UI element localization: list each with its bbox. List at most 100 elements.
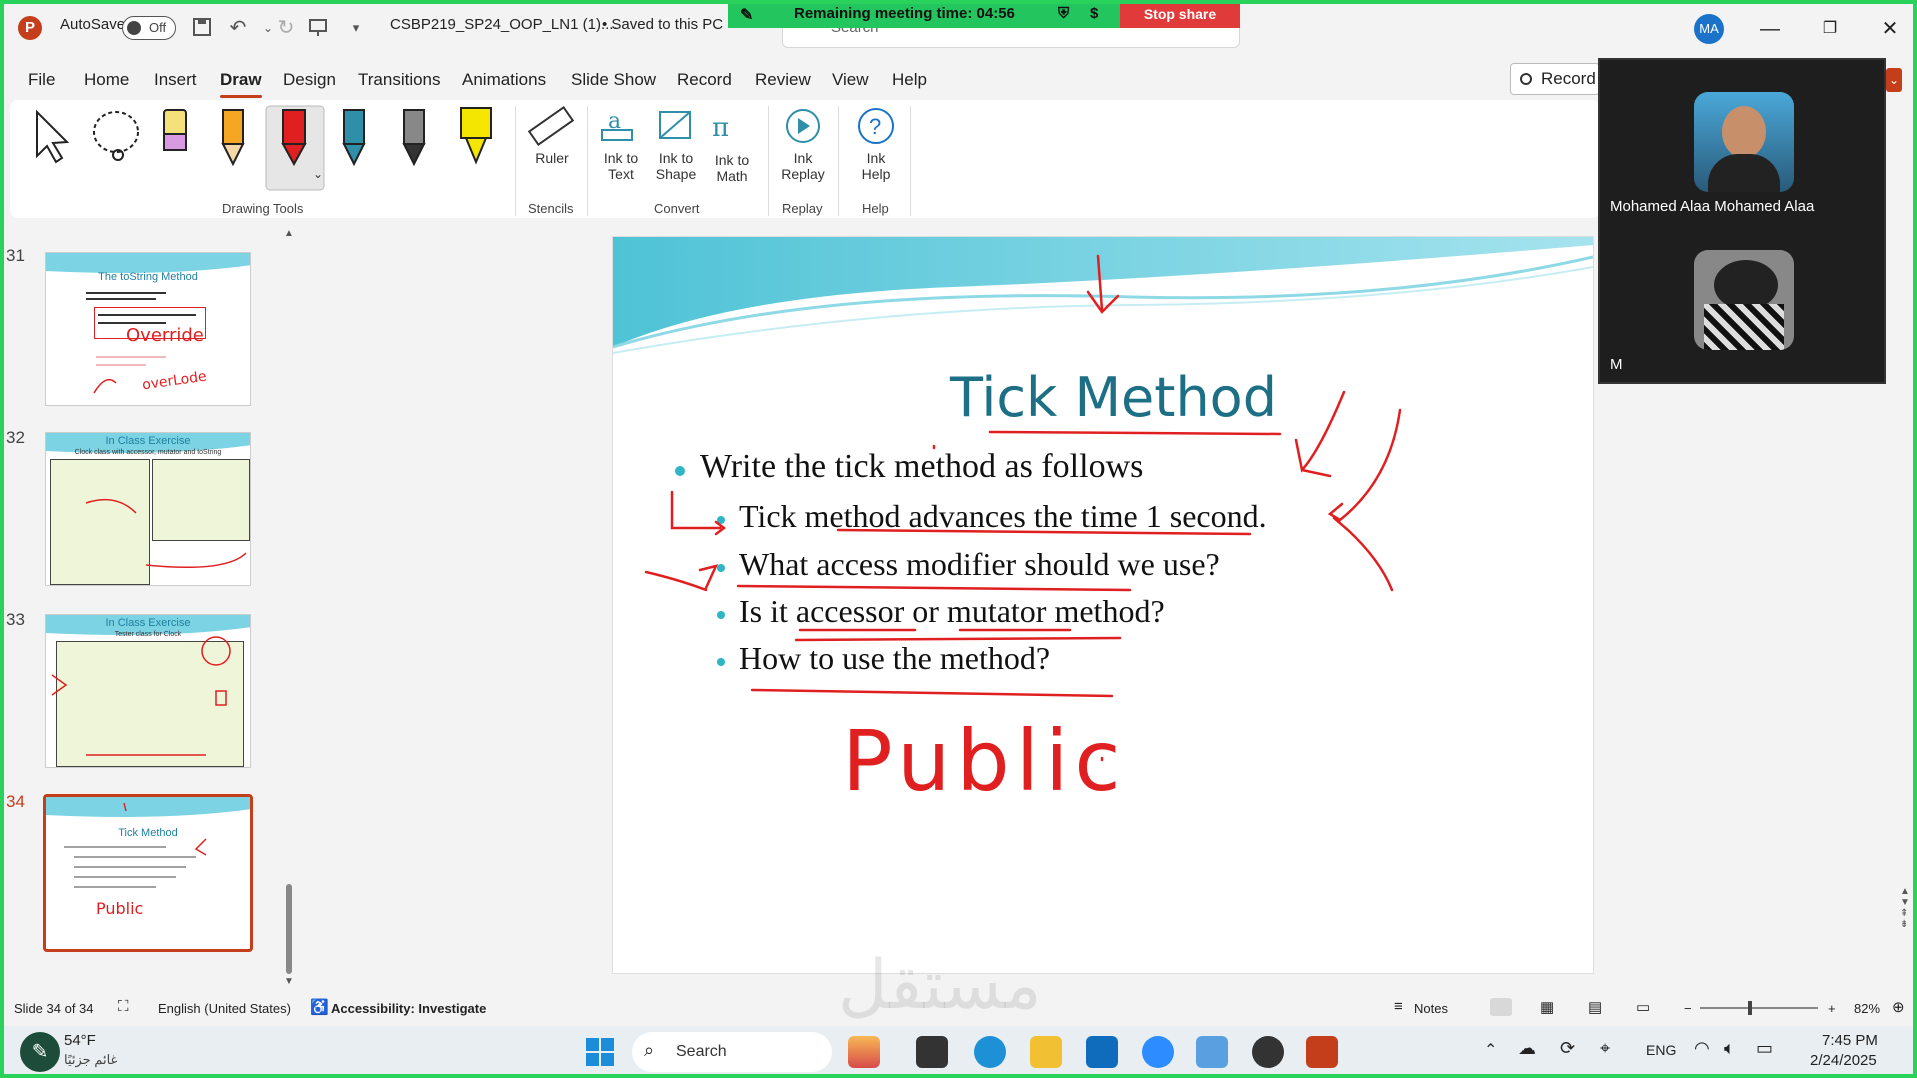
record-button[interactable]: Record bbox=[1510, 63, 1600, 95]
sync-icon[interactable]: ⟳ bbox=[1560, 1038, 1575, 1059]
slide-thumbnail-33[interactable]: In Class Exercise Tester class for Clock bbox=[45, 614, 251, 768]
zoom-video-panel[interactable]: Mohamed Alaa Mohamed Alaa M bbox=[1598, 58, 1886, 384]
slide-number: 34 bbox=[6, 792, 25, 811]
language-status[interactable]: English (United States) bbox=[158, 1001, 291, 1016]
save-status[interactable]: • Saved to this PC bbox=[602, 16, 723, 33]
user-avatar[interactable]: MA bbox=[1694, 14, 1724, 44]
ink-to-shape-icon[interactable] bbox=[659, 111, 691, 139]
app-cube-icon[interactable] bbox=[1196, 1036, 1228, 1068]
reading-view-icon[interactable]: ▤ bbox=[1588, 998, 1602, 1016]
powerpoint-taskbar-icon[interactable] bbox=[1306, 1036, 1338, 1068]
weather-temp: 54°F bbox=[64, 1032, 96, 1049]
slide-thumbnail-34[interactable]: Tick Method Public bbox=[43, 794, 253, 952]
minimize-icon[interactable]: — bbox=[1750, 14, 1790, 44]
outlook-icon[interactable] bbox=[1086, 1036, 1118, 1068]
clock-date[interactable]: 2/24/2025 bbox=[1810, 1052, 1877, 1069]
task-view-icon[interactable] bbox=[916, 1036, 948, 1068]
ruler-icon[interactable] bbox=[527, 106, 575, 146]
volume-icon[interactable]: 🔈︎ bbox=[1724, 1038, 1735, 1059]
thumbnail-scrollbar[interactable]: ▲ ▼ bbox=[284, 228, 294, 988]
pencil-tool-icon[interactable] bbox=[221, 109, 245, 167]
zoom-out-icon[interactable]: − bbox=[1684, 1001, 1692, 1016]
tab-transitions[interactable]: Transitions bbox=[358, 70, 441, 90]
tab-slide-show[interactable]: Slide Show bbox=[571, 70, 656, 90]
zoom-level[interactable]: 82% bbox=[1854, 1001, 1880, 1016]
gray-pen-icon[interactable] bbox=[402, 109, 426, 167]
restore-icon[interactable]: ❐ bbox=[1810, 14, 1850, 44]
zoom-in-icon[interactable]: + bbox=[1828, 1001, 1836, 1016]
thumb-ink-marks bbox=[51, 636, 231, 756]
scroll-down-icon[interactable]: ▼ bbox=[284, 976, 294, 987]
thumb-ink-override: Override bbox=[126, 325, 204, 346]
tab-record[interactable]: Record bbox=[677, 70, 732, 90]
location-icon[interactable]: ⌖ bbox=[1600, 1038, 1610, 1059]
dollar-icon: $ bbox=[1090, 5, 1099, 22]
battery-icon[interactable]: ▭ bbox=[1756, 1038, 1773, 1059]
tab-design[interactable]: Design bbox=[283, 70, 336, 90]
stop-share-button[interactable]: Stop share bbox=[1120, 0, 1240, 28]
spell-check-icon[interactable]: ⛶ bbox=[118, 998, 129, 1015]
clock-time[interactable]: 7:45 PM bbox=[1822, 1032, 1878, 1049]
onedrive-icon[interactable]: ☁ bbox=[1518, 1038, 1536, 1059]
tab-home[interactable]: Home bbox=[84, 70, 129, 90]
slide-thumbnail-31[interactable]: The toString Method Override overLode bbox=[45, 252, 251, 406]
weather-icon[interactable]: ✎ bbox=[20, 1032, 60, 1072]
accessibility-status[interactable]: Accessibility: Investigate bbox=[331, 1001, 486, 1016]
notes-button[interactable]: Notes bbox=[1414, 1001, 1448, 1016]
scroll-thumb[interactable] bbox=[286, 884, 292, 974]
normal-view-icon[interactable] bbox=[1490, 998, 1512, 1016]
scroll-up-icon[interactable]: ▲ bbox=[284, 228, 294, 239]
slide-sorter-icon[interactable]: ▦ bbox=[1540, 998, 1554, 1016]
recorder-app-icon[interactable] bbox=[1252, 1036, 1284, 1068]
tab-view[interactable]: View bbox=[832, 70, 869, 90]
thumb-ink-public: Public bbox=[96, 899, 144, 918]
start-button-icon[interactable] bbox=[584, 1036, 616, 1068]
slide-thumbnail-32[interactable]: In Class Exercise Clock class with acces… bbox=[45, 432, 251, 586]
collapse-ribbon-icon[interactable]: ⌄ bbox=[1886, 68, 1902, 92]
autosave-toggle[interactable]: Off bbox=[122, 16, 176, 40]
ink-replay-icon[interactable] bbox=[786, 109, 820, 143]
tab-insert[interactable]: Insert bbox=[154, 70, 197, 90]
wifi-icon[interactable]: ◠ bbox=[1694, 1038, 1710, 1059]
select-arrow-icon[interactable] bbox=[36, 109, 70, 164]
close-icon[interactable]: ✕ bbox=[1870, 14, 1910, 44]
shield-icon: ⛨ bbox=[1058, 5, 1070, 22]
undo-icon[interactable]: ↶ bbox=[226, 16, 250, 40]
edge-browser-icon[interactable] bbox=[974, 1036, 1006, 1068]
notes-icon[interactable]: ≡ bbox=[1394, 998, 1403, 1015]
group-stencils: Stencils bbox=[528, 201, 574, 216]
teal-pen-icon[interactable] bbox=[342, 109, 366, 167]
zoom-slider-thumb[interactable] bbox=[1748, 1001, 1752, 1015]
fit-slide-icon[interactable]: ⊕ bbox=[1892, 998, 1905, 1016]
group-help: Help bbox=[862, 201, 889, 216]
tab-draw[interactable]: Draw bbox=[220, 70, 262, 98]
zoom-slider[interactable] bbox=[1700, 1001, 1818, 1015]
file-explorer-icon[interactable] bbox=[1030, 1036, 1062, 1068]
ink-to-text-icon[interactable]: a bbox=[601, 109, 633, 141]
ink-help-icon[interactable]: ? bbox=[858, 108, 894, 144]
ink-to-math-icon[interactable]: π bbox=[712, 113, 729, 143]
present-icon[interactable] bbox=[306, 16, 330, 40]
toggle-knob bbox=[127, 21, 141, 35]
slideshow-view-icon[interactable]: ▭ bbox=[1636, 998, 1650, 1016]
taskbar-search[interactable]: ⌕ Search bbox=[632, 1032, 832, 1072]
pen-dropdown-icon[interactable]: ⌄ bbox=[313, 167, 323, 181]
eraser-icon[interactable] bbox=[163, 109, 187, 151]
bullet-3: What access modifier should we use? bbox=[739, 546, 1220, 582]
tab-animations[interactable]: Animations bbox=[462, 70, 546, 90]
tab-review[interactable]: Review bbox=[755, 70, 811, 90]
tray-chevron-icon[interactable]: ⌃ bbox=[1484, 1040, 1497, 1060]
lasso-select-icon[interactable] bbox=[93, 111, 139, 161]
input-language[interactable]: ENG bbox=[1646, 1042, 1676, 1058]
highlighter-icon[interactable] bbox=[460, 107, 492, 165]
redo-icon[interactable]: ↻ bbox=[274, 16, 298, 40]
bullet-5: How to use the method? bbox=[739, 640, 1051, 676]
news-widget-icon[interactable] bbox=[848, 1036, 880, 1068]
save-icon[interactable] bbox=[190, 16, 214, 40]
zoom-scroll-icons[interactable]: ▲ ▼ ⇞ ⇟ bbox=[1900, 886, 1910, 946]
tab-file[interactable]: File bbox=[28, 70, 55, 90]
tab-help[interactable]: Help bbox=[892, 70, 927, 90]
customize-toolbar-icon[interactable]: ▾ bbox=[344, 16, 368, 40]
accessibility-icon[interactable]: ♿ bbox=[310, 998, 329, 1016]
zoom-app-icon[interactable] bbox=[1142, 1036, 1174, 1068]
